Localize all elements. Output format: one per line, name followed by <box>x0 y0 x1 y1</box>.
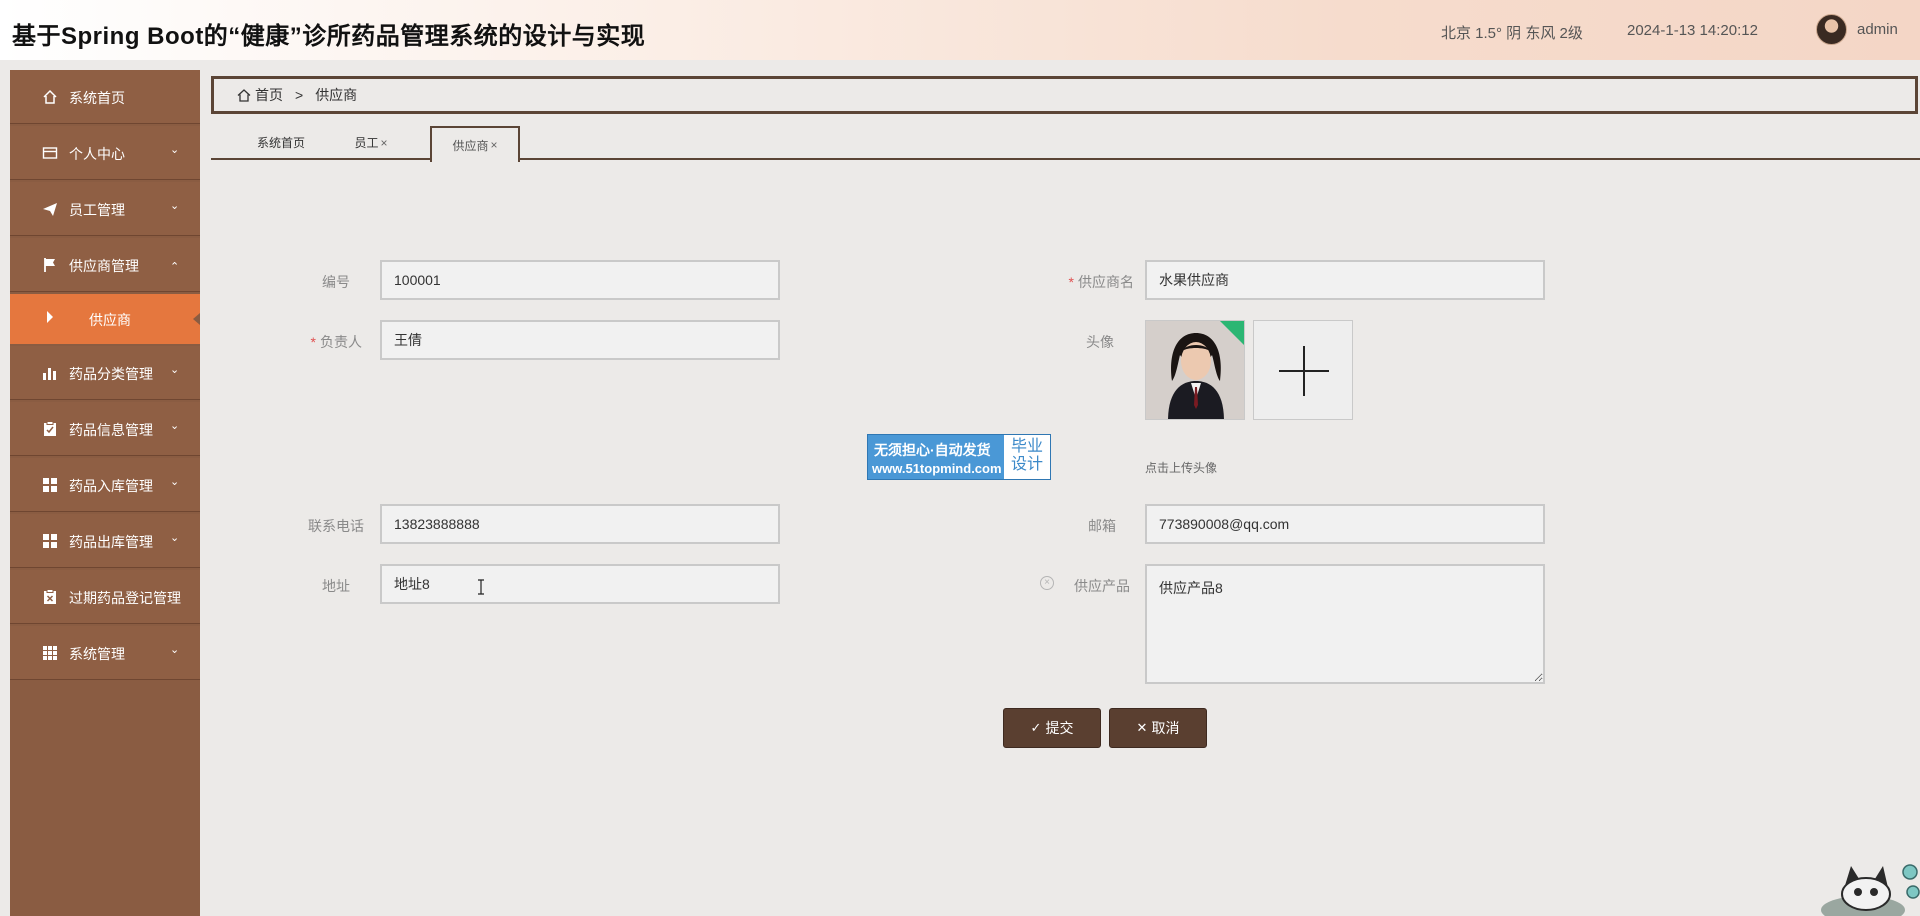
phone-field[interactable] <box>380 504 780 544</box>
sidebar-item-label: 药品信息管理 <box>69 422 153 438</box>
cancel-button[interactable]: ✕ 取消 <box>1109 708 1207 748</box>
home-icon[interactable] <box>237 88 251 102</box>
address-field[interactable] <box>380 564 780 604</box>
sidebar-subitem-supplier[interactable]: 供应商 <box>10 294 200 344</box>
chevron-down-icon: ⌄ <box>170 200 180 212</box>
breadcrumb: 首页 > 供应商 <box>211 76 1918 114</box>
tab-employee[interactable]: 员工 × <box>341 126 401 159</box>
sidebar-item-employee[interactable]: 员工管理 ⌄ <box>10 182 200 236</box>
sidebar-item-label: 个人中心 <box>69 146 125 162</box>
chevron-down-icon: ⌄ <box>170 532 180 544</box>
id-field[interactable] <box>380 260 780 300</box>
upload-avatar-button[interactable] <box>1253 320 1353 420</box>
success-corner-badge <box>1220 321 1244 345</box>
cancel-label: 取消 <box>1151 720 1180 736</box>
sidebar-item-label: 过期药品登记管理 <box>69 590 181 606</box>
tab-home[interactable]: 系统首页 <box>241 126 321 159</box>
submit-button[interactable]: ✓ 提交 <box>1003 708 1101 748</box>
tab-label: 供应商 <box>452 138 489 153</box>
grid-icon <box>43 534 57 548</box>
sidebar-item-personal-center[interactable]: 个人中心 ⌄ <box>10 126 200 180</box>
close-icon[interactable]: × <box>491 138 498 152</box>
sidebar-item-home[interactable]: 系统首页 <box>10 70 200 124</box>
id-label: 编号 <box>322 274 350 290</box>
chevron-down-icon: ⌄ <box>170 144 180 156</box>
avatar-image[interactable] <box>1145 320 1245 420</box>
sidebar-item-system[interactable]: 系统管理 ⌄ <box>10 626 200 680</box>
clipboard-icon <box>44 421 56 436</box>
watermark-badge: 无须担心·自动发货 www.51topmind.com 毕业 设计 <box>867 434 1051 480</box>
clear-circle-icon[interactable]: × <box>1040 576 1054 590</box>
address-label: 地址 <box>322 578 350 594</box>
sidebar-item-label: 药品入库管理 <box>69 478 153 494</box>
supplier-name-label: * 供应商名 <box>1068 274 1134 290</box>
sidebar-item-label: 员工管理 <box>69 202 125 218</box>
sidebar-item-label: 系统首页 <box>69 90 125 106</box>
grid-icon <box>43 478 57 492</box>
close-icon[interactable]: × <box>381 136 388 150</box>
tab-bar: 系统首页 员工 × 供应商 × <box>211 124 1920 162</box>
tab-label: 员工 <box>354 136 379 150</box>
sidebar-item-label: 供应商 <box>89 312 131 328</box>
chevron-down-icon: ⌄ <box>170 420 180 432</box>
bar-chart-icon <box>43 368 56 380</box>
owner-label: * 负责人 <box>310 334 362 350</box>
caret-right-icon <box>47 311 53 323</box>
watermark-badge-line1: 毕业 <box>1010 438 1043 455</box>
close-icon: ✕ <box>1136 720 1148 735</box>
cat-mascot-icon <box>1821 864 1920 916</box>
watermark-text: 无须担心·自动发货 <box>874 442 991 458</box>
avatar-label: 头像 <box>1086 334 1114 350</box>
product-textarea[interactable]: 供应产品8 <box>1145 564 1545 684</box>
username[interactable]: admin <box>1857 21 1898 38</box>
flag-icon <box>44 258 55 272</box>
sidebar-item-supplier-management[interactable]: 供应商管理 ⌃ <box>10 238 200 292</box>
sidebar-item-label: 药品出库管理 <box>69 534 153 550</box>
watermark-badge-line2: 设计 <box>1010 456 1043 473</box>
phone-label: 联系电话 <box>308 518 364 534</box>
chevron-down-icon: ⌄ <box>170 476 180 488</box>
sidebar: 系统首页 个人中心 ⌄ 员工管理 ⌄ 供应商管理 ⌃ 供应商 药品分类管理 ⌄ … <box>10 70 200 916</box>
app-title: 基于Spring Boot的“健康”诊所药品管理系统的设计与实现 <box>12 23 646 50</box>
sidebar-item-expired-drugs[interactable]: 过期药品登记管理 <box>10 570 200 624</box>
tab-supplier[interactable]: 供应商 × <box>430 126 520 162</box>
sidebar-item-label: 药品分类管理 <box>69 366 153 382</box>
clipboard-x-icon <box>44 589 56 604</box>
supplier-name-field[interactable] <box>1145 260 1545 300</box>
submit-label: 提交 <box>1045 720 1074 736</box>
text-cursor-icon <box>478 579 484 595</box>
card-icon <box>42 147 58 159</box>
sidebar-item-label: 供应商管理 <box>69 258 139 274</box>
chevron-down-icon: ⌄ <box>170 364 180 376</box>
active-indicator <box>193 313 200 325</box>
datetime: 2024-1-13 14:20:12 <box>1627 22 1758 39</box>
email-label: 邮箱 <box>1088 518 1116 534</box>
home-icon <box>43 89 57 104</box>
apps-icon <box>43 646 57 660</box>
breadcrumb-home[interactable]: 首页 <box>255 85 283 105</box>
sidebar-item-label: 系统管理 <box>69 646 125 662</box>
user-avatar[interactable] <box>1816 14 1847 45</box>
owner-field[interactable] <box>380 320 780 360</box>
chevron-up-icon: ⌃ <box>170 261 180 273</box>
breadcrumb-separator: > <box>295 87 304 103</box>
weather-info: 北京 1.5° 阴 东风 2级 <box>1441 25 1583 42</box>
sidebar-item-drug-category[interactable]: 药品分类管理 ⌄ <box>10 346 200 400</box>
sidebar-item-drug-inbound[interactable]: 药品入库管理 ⌄ <box>10 458 200 512</box>
breadcrumb-current: 供应商 <box>315 87 358 103</box>
sidebar-item-drug-outbound[interactable]: 药品出库管理 ⌄ <box>10 514 200 568</box>
upload-hint: 点击上传头像 <box>1145 461 1218 475</box>
top-header: 基于Spring Boot的“健康”诊所药品管理系统的设计与实现 北京 1.5°… <box>0 0 1920 60</box>
product-label: 供应产品 <box>1074 578 1130 594</box>
send-icon <box>43 203 57 216</box>
sidebar-item-drug-info[interactable]: 药品信息管理 ⌄ <box>10 402 200 456</box>
chevron-down-icon: ⌄ <box>170 644 180 656</box>
check-icon: ✓ <box>1030 720 1042 735</box>
watermark-url: www.51topmind.com <box>872 461 1002 476</box>
tab-label: 系统首页 <box>256 136 305 150</box>
email-field[interactable] <box>1145 504 1545 544</box>
